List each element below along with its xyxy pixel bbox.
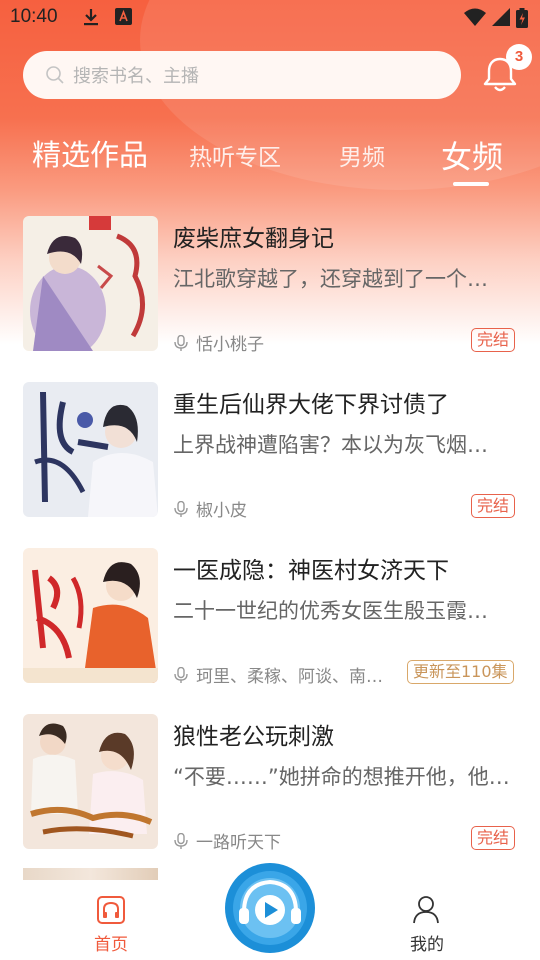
status-badge: 更新至110集 [407, 660, 514, 684]
book-title: 废柴庶女翻身记 [173, 226, 334, 252]
tab-female[interactable]: 女频 [441, 132, 503, 177]
list-item[interactable]: 重生后仙界大佬下界讨债了 上界战神遭陷害？本以为灰飞烟… 椒小皮 完结 [0, 382, 540, 522]
microphone-icon [174, 832, 188, 849]
book-title: 重生后仙界大佬下界讨债了 [173, 392, 449, 418]
book-author: 椒小皮 [174, 496, 247, 521]
list-item[interactable]: 一医成隐：神医村女济天下 二十一世纪的优秀女医生殷玉霞… 珂里、柔稼、阿谈、南…… [0, 548, 540, 688]
search-input[interactable]: 搜索书名、主播 [23, 51, 461, 99]
battery-icon [516, 8, 528, 28]
book-description: 二十一世纪的优秀女医生殷玉霞… [173, 599, 488, 623]
status-badge: 完结 [471, 328, 516, 352]
home-icon[interactable] [96, 895, 126, 925]
tab-hot[interactable]: 热听专区 [189, 138, 281, 172]
app-notification-icon [115, 8, 132, 25]
list-item[interactable]: 废柴庶女翻身记 江北歌穿越了，还穿越到了一个… 恬小桃子 完结 [0, 216, 540, 356]
nav-mine-label[interactable]: 我的 [410, 930, 444, 955]
status-bar: 10:40 [0, 0, 540, 36]
signal-icon [492, 8, 510, 26]
status-badge: 完结 [471, 494, 516, 518]
book-description: 江北歌穿越了，还穿越到了一个… [173, 267, 488, 291]
author-name: 一路听天下 [196, 833, 281, 853]
search-placeholder: 搜索书名、主播 [73, 66, 199, 87]
status-time: 10:40 [10, 6, 58, 27]
author-name: 珂里、柔稼、阿谈、南… [196, 667, 383, 687]
book-author: 珂里、柔稼、阿谈、南… [174, 662, 383, 687]
book-cover [23, 216, 158, 351]
nav-home-label[interactable]: 首页 [94, 930, 128, 955]
download-icon [84, 9, 98, 26]
book-description: 上界战神遭陷害？本以为灰飞烟… [173, 433, 488, 457]
book-cover [23, 548, 158, 683]
notification-badge: 3 [506, 44, 532, 70]
tab-featured[interactable]: 精选作品 [32, 132, 148, 174]
book-title: 一医成隐：神医村女济天下 [173, 558, 449, 584]
category-tabs: 精选作品 热听专区 男频 女频 [0, 130, 540, 190]
microphone-icon [174, 334, 188, 351]
microphone-icon [174, 666, 188, 683]
wifi-icon [464, 8, 486, 26]
status-badge: 完结 [471, 826, 516, 850]
book-description: “不要……”她拼命的想推开他，他… [173, 765, 510, 789]
book-author: 恬小桃子 [174, 330, 264, 355]
book-cover [23, 382, 158, 517]
microphone-icon [174, 500, 188, 517]
play-button[interactable] [224, 862, 316, 954]
book-cover [23, 714, 158, 849]
user-icon[interactable] [411, 894, 441, 924]
next-book-cover-peek [23, 868, 158, 880]
search-icon [46, 66, 64, 84]
tab-male[interactable]: 男频 [339, 138, 385, 172]
active-tab-indicator [453, 182, 489, 186]
author-name: 恬小桃子 [196, 335, 264, 355]
book-author: 一路听天下 [174, 828, 281, 853]
author-name: 椒小皮 [196, 501, 247, 521]
book-title: 狼性老公玩刺激 [173, 724, 334, 750]
list-item[interactable]: 狼性老公玩刺激 “不要……”她拼命的想推开他，他… 一路听天下 完结 [0, 714, 540, 854]
